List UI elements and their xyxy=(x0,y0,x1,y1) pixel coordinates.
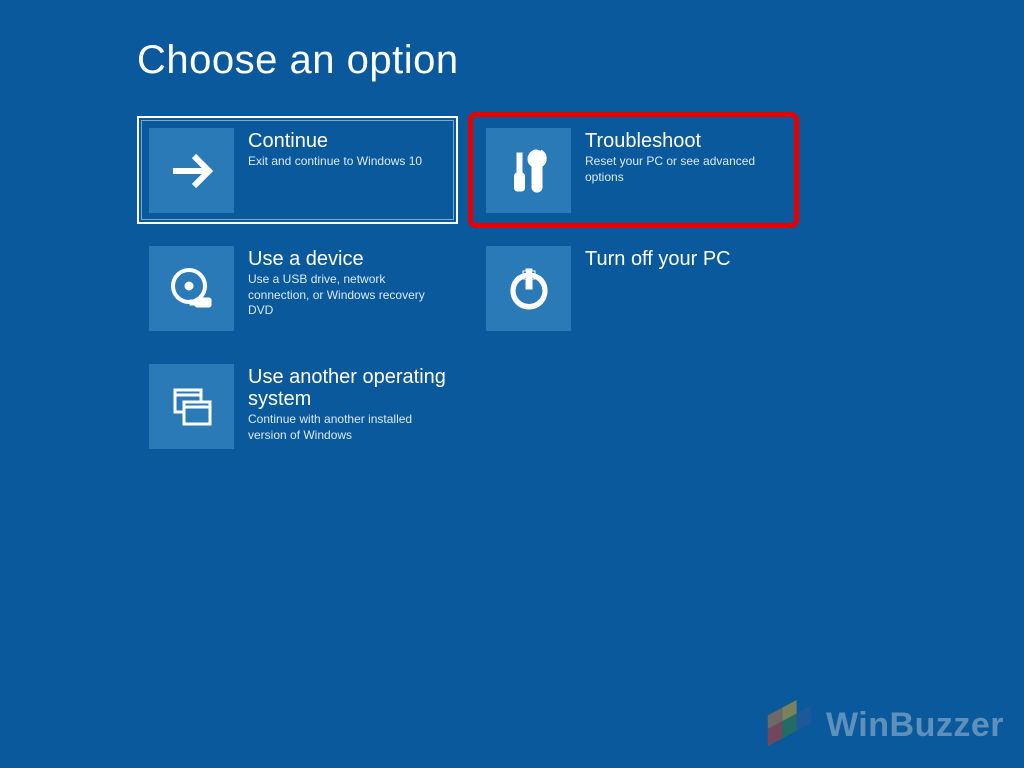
watermark: WinBuzzer xyxy=(758,700,1004,750)
tools-icon xyxy=(486,128,571,213)
options-grid: Continue Exit and continue to Windows 10 xyxy=(137,116,809,470)
arrow-right-icon xyxy=(149,128,234,213)
use-device-subtitle: Use a USB drive, network connection, or … xyxy=(248,272,446,319)
disc-usb-icon xyxy=(149,246,234,331)
continue-subtitle: Exit and continue to Windows 10 xyxy=(248,154,422,170)
continue-title: Continue xyxy=(248,130,422,152)
troubleshoot-subtitle: Reset your PC or see advanced options xyxy=(585,154,783,185)
windows-cascade-icon xyxy=(149,364,234,449)
use-another-os-title: Use another operating system xyxy=(248,366,446,410)
page-title: Choose an option xyxy=(137,38,459,83)
turn-off-title: Turn off your PC xyxy=(585,248,731,270)
continue-option[interactable]: Continue Exit and continue to Windows 10 xyxy=(137,116,458,224)
use-another-os-subtitle: Continue with another installed version … xyxy=(248,412,446,443)
troubleshoot-title: Troubleshoot xyxy=(585,130,783,152)
troubleshoot-option[interactable]: Troubleshoot Reset your PC or see advanc… xyxy=(474,116,795,224)
winbuzzer-logo-icon xyxy=(758,700,816,750)
use-device-title: Use a device xyxy=(248,248,446,270)
turn-off-option[interactable]: Turn off your PC xyxy=(474,234,795,342)
use-device-option[interactable]: Use a device Use a USB drive, network co… xyxy=(137,234,458,342)
power-icon xyxy=(486,246,571,331)
use-another-os-option[interactable]: Use another operating system Continue wi… xyxy=(137,352,458,460)
watermark-text: WinBuzzer xyxy=(826,706,1004,745)
